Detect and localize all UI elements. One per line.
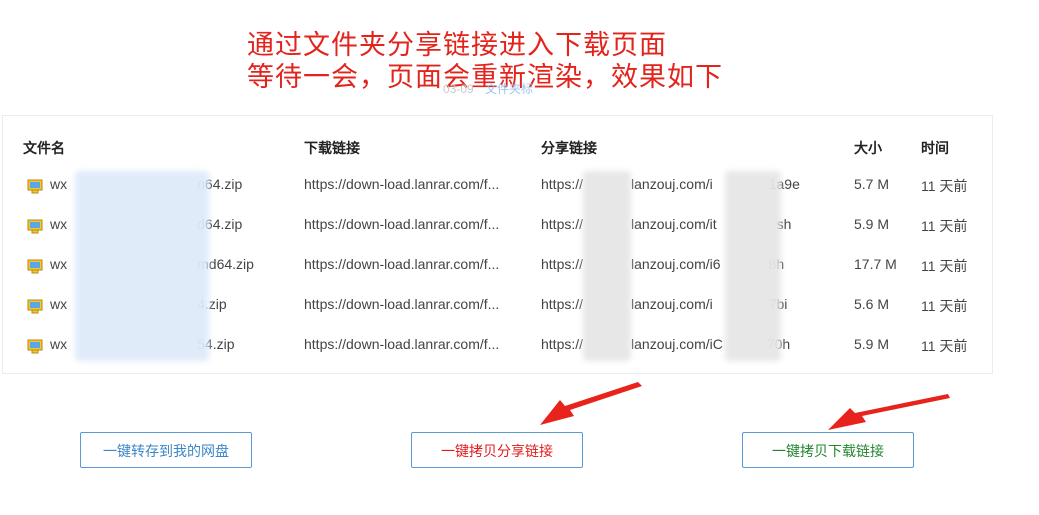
blurred-filenames <box>75 171 209 361</box>
blurred-share-code <box>725 171 781 361</box>
header-filename: 文件名 <box>23 140 65 156</box>
download-link[interactable]: https://down-load.lanrar.com/f... <box>304 336 499 352</box>
save-to-netdisk-button[interactable]: 一键转存到我的网盘 <box>80 432 252 468</box>
header-download-link: 下载链接 <box>304 140 360 156</box>
red-pointer-arrow-download <box>828 394 950 430</box>
file-size: 5.6 M <box>854 296 890 312</box>
file-time: 11 天前 <box>921 218 968 234</box>
zip-file-icon <box>27 339 43 354</box>
download-link[interactable]: https://down-load.lanrar.com/f... <box>304 176 499 192</box>
file-time: 11 天前 <box>921 338 968 354</box>
file-table: 文件名 下载链接 分享链接 大小 时间 wx n64.zip https://do… <box>2 115 993 374</box>
download-link[interactable]: https://down-load.lanrar.com/f... <box>304 296 499 312</box>
subtitle-link[interactable]: 文件夹标 <box>485 82 533 96</box>
header-time: 时间 <box>921 140 949 156</box>
file-size: 5.9 M <box>854 216 890 232</box>
red-pointer-arrow-share <box>540 382 642 425</box>
copy-share-links-button[interactable]: 一键拷贝分享链接 <box>411 432 583 468</box>
subtitle-date: 03-09 <box>443 82 474 96</box>
copy-download-links-button[interactable]: 一键拷贝下载链接 <box>742 432 914 468</box>
file-size: 17.7 M <box>854 256 897 272</box>
blurred-share-domain <box>583 171 631 361</box>
zip-file-icon <box>27 299 43 314</box>
zip-file-icon <box>27 219 43 234</box>
zip-file-icon <box>27 259 43 274</box>
download-link[interactable]: https://down-load.lanrar.com/f... <box>304 256 499 272</box>
zip-file-icon <box>27 179 43 194</box>
header-size: 大小 <box>854 140 882 156</box>
file-time: 11 天前 <box>921 298 968 314</box>
file-size: 5.7 M <box>854 176 890 192</box>
download-link[interactable]: https://down-load.lanrar.com/f... <box>304 216 499 232</box>
header-share-link: 分享链接 <box>541 140 597 156</box>
annotation-line-1: 通过文件夹分享链接进入下载页面 <box>247 30 667 61</box>
page-subtitle: 03-09 文件夹标 <box>443 80 533 97</box>
file-size: 5.9 M <box>854 336 890 352</box>
file-time: 11 天前 <box>921 178 968 194</box>
file-time: 11 天前 <box>921 258 968 274</box>
